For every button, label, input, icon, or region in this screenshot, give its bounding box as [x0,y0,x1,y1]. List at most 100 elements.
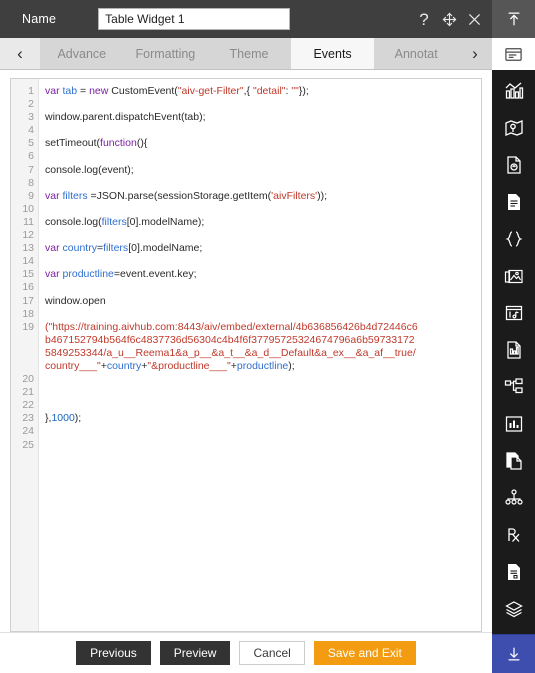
line-number: 22 [22,399,34,412]
line-number: 14 [22,255,34,268]
settings-tabstrip: ‹ Advance Formatting Theme Events Annota… [0,38,492,70]
line-number: 17 [22,294,34,307]
layers-icon[interactable] [492,590,535,627]
code-line-19-url-row-1: ("https://training.aivhub.com:8443/aiv/e… [45,320,418,333]
script-document-icon[interactable] [492,553,535,590]
right-toolbar-rail [492,0,535,673]
line-number: 21 [22,386,34,399]
tabs-scroll-right-button[interactable]: › [458,38,492,69]
line-number: 20 [22,373,34,386]
calendar-note-icon[interactable] [492,294,535,331]
line-number: 13 [22,242,34,255]
code-line-11: console.log(filters[0].modelName); [45,215,205,228]
copy-page-icon[interactable] [492,442,535,479]
line-number: 24 [22,425,34,438]
document-upload-icon[interactable] [492,146,535,183]
line-number: 6 [28,150,34,163]
move-icon[interactable] [441,10,457,28]
save-and-exit-button[interactable]: Save and Exit [313,641,416,665]
collapse-up-icon[interactable] [492,0,535,38]
editor-line-number-gutter: 1 2 3 4 5 6 7 8 9 10 11 12 13 14 15 16 1 [11,79,39,631]
line-number: 11 [23,215,34,228]
widget-settings-dialog: Name ? [0,0,535,673]
text-document-icon[interactable] [492,183,535,220]
add-widget-icon[interactable] [492,627,535,634]
dialog-footer: Previous Preview Cancel Save and Exit [0,632,492,673]
code-line-13: var country=filters[0].modelName; [45,242,203,255]
tab-theme[interactable]: Theme [207,38,291,69]
code-line-19-url-row-3: 5849253344/a_u__Reema1&a_p__&a_t__&a_d__… [45,346,416,359]
close-icon[interactable] [466,10,482,28]
line-number: 2 [28,98,34,111]
widget-name-input[interactable] [98,8,291,30]
line-number: 16 [22,281,34,294]
tab-advance[interactable]: Advance [40,38,124,69]
line-number: 3 [28,111,34,124]
line-number: 9 [28,189,34,202]
name-label: Name [22,12,57,26]
network-icon[interactable] [492,479,535,516]
line-number: 25 [22,438,34,451]
line-number: 19 [22,320,34,333]
tabs-scroll-left-button[interactable]: ‹ [0,38,40,69]
titlebar-icon-group: ? [416,0,482,38]
code-line-15: var productline=event.event.key; [45,268,197,281]
line-number: 18 [22,307,34,320]
prescription-rx-icon[interactable] [492,516,535,553]
map-icon[interactable] [492,109,535,146]
widget-panel-icon[interactable] [492,38,535,70]
tab-events[interactable]: Events [290,38,375,69]
line-number: 8 [28,176,34,189]
code-editor-container: 1 2 3 4 5 6 7 8 9 10 11 12 13 14 15 16 1 [0,70,492,632]
dialog-titlebar: Name ? [0,0,492,38]
dialog-panel: Name ? [0,0,492,673]
code-line-5: setTimeout(function(){ [45,137,148,150]
download-icon[interactable] [492,634,535,673]
rail-icon-list [492,72,535,634]
code-editor[interactable]: 1 2 3 4 5 6 7 8 9 10 11 12 13 14 15 16 1 [10,78,482,632]
line-number-spacer [11,334,38,373]
code-line-23: },1000); [45,412,82,425]
line-number: 10 [22,202,34,215]
tab-annotation[interactable]: Annotat [374,38,458,69]
line-number: 12 [22,229,34,242]
line-number: 15 [22,268,34,281]
line-number: 7 [28,163,34,176]
previous-button[interactable]: Previous [76,641,151,665]
code-line-19-url-row-2: b467152794b564f6c4837736d56304c4b4f6f377… [45,333,415,346]
code-line-9: var filters =JSON.parse(sessionStorage.g… [45,189,328,202]
bar-chart-icon[interactable] [492,72,535,109]
preview-button[interactable]: Preview [159,641,231,665]
code-line-3: window.parent.dispatchEvent(tab); [45,111,206,124]
code-line-19-url-row-4: country___"+country+"&productline___"+pr… [45,359,295,372]
code-line-7: console.log(event); [45,163,134,176]
line-number: 5 [28,137,34,150]
line-number: 1 [28,85,34,97]
kpi-chart-icon[interactable] [492,405,535,442]
editor-code-area[interactable]: var tab = new CustomEvent("aiv-get-Filte… [39,79,481,631]
cancel-button[interactable]: Cancel [239,641,305,665]
hierarchy-icon[interactable] [492,368,535,405]
code-braces-icon[interactable] [492,220,535,257]
report-document-icon[interactable] [492,331,535,368]
line-number: 23 [22,412,34,425]
image-gallery-icon[interactable] [492,257,535,294]
help-icon[interactable]: ? [416,10,432,28]
line-number: 4 [28,124,34,137]
tab-formatting[interactable]: Formatting [123,38,208,69]
tab-list: Advance Formatting Theme Events Annotat [40,38,458,69]
